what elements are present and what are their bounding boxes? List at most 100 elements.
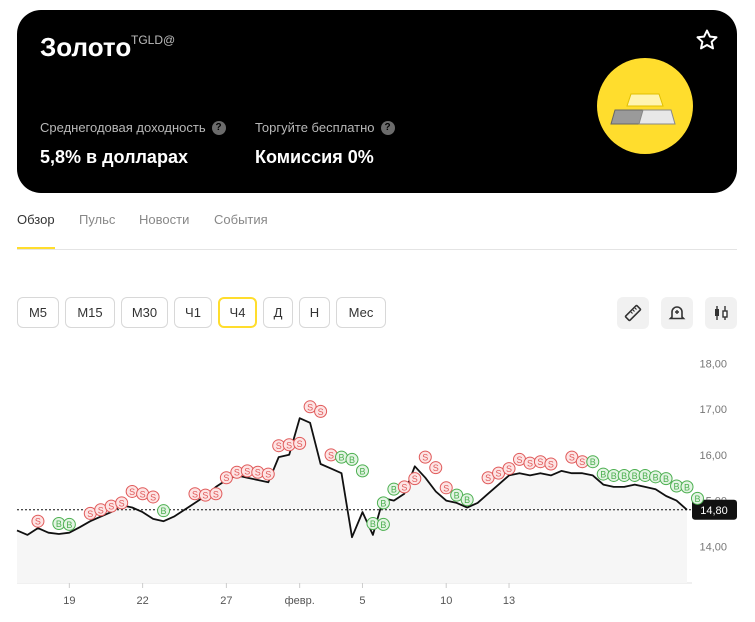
- x-tick-label: февр.: [285, 595, 315, 607]
- buy-marker-label: B: [349, 455, 355, 465]
- buy-marker-label: B: [161, 506, 167, 516]
- help-icon[interactable]: ?: [211, 120, 226, 135]
- x-tick-label: 27: [220, 595, 232, 607]
- stat-label-free-trading: Торгуйте бесплатно ?: [255, 120, 395, 135]
- last-price-label: 14,80: [700, 505, 728, 517]
- tab-bar: Обзор Пульс Новости События: [17, 212, 737, 250]
- sell-marker-label: S: [35, 517, 41, 527]
- y-tick-label: 18,00: [699, 358, 727, 370]
- sell-marker-label: S: [213, 489, 219, 499]
- sell-marker-label: S: [548, 460, 554, 470]
- sell-marker-label: S: [234, 468, 240, 478]
- sell-marker-label: S: [422, 453, 428, 463]
- stat-label-yield: Среднегодовая доходность ?: [40, 120, 226, 135]
- sell-marker-label: S: [244, 466, 250, 476]
- buy-marker-label: B: [600, 470, 606, 480]
- sell-marker-label: S: [401, 482, 407, 492]
- buy-marker-label: B: [684, 482, 690, 492]
- instrument-ticker: TGLD@: [131, 33, 176, 47]
- tab-overview[interactable]: Обзор: [17, 212, 55, 227]
- timeframe-m15-button[interactable]: M15: [65, 297, 115, 328]
- timeframe-day-button[interactable]: Д: [263, 297, 293, 328]
- help-icon[interactable]: ?: [380, 120, 395, 135]
- buy-marker-label: B: [653, 472, 659, 482]
- buy-marker-label: B: [359, 466, 365, 476]
- stat-label-free-trading-text: Торгуйте бесплатно: [255, 120, 375, 135]
- buy-marker-label: B: [454, 491, 460, 501]
- timeframe-week-button[interactable]: Н: [299, 297, 330, 328]
- gold-bars-logo-icon: [597, 58, 693, 154]
- sell-marker-label: S: [516, 455, 522, 465]
- sell-marker-label: S: [255, 468, 261, 478]
- buy-marker-label: B: [674, 481, 680, 491]
- sell-marker-label: S: [140, 489, 146, 499]
- buy-marker-label: B: [391, 485, 397, 495]
- sell-marker-label: S: [412, 474, 418, 484]
- sell-marker-label: S: [506, 464, 512, 474]
- sell-marker-label: S: [108, 502, 114, 512]
- sell-marker-label: S: [297, 439, 303, 449]
- timeframe-m30-button[interactable]: M30: [121, 297, 168, 328]
- buy-marker-label: B: [380, 520, 386, 530]
- sell-marker-label: S: [129, 487, 135, 497]
- sell-marker-label: S: [87, 509, 93, 519]
- tab-events[interactable]: События: [214, 212, 268, 227]
- x-tick-label: 22: [137, 595, 149, 607]
- tab-news[interactable]: Новости: [139, 212, 189, 227]
- x-tick-label: 13: [503, 595, 515, 607]
- buy-marker-label: B: [464, 495, 470, 505]
- stat-value-yield: 5,8% в долларах: [40, 147, 188, 167]
- alert-bell-icon[interactable]: [661, 297, 693, 329]
- y-tick-label: 16,00: [699, 450, 727, 462]
- sell-marker-label: S: [318, 407, 324, 417]
- tab-pulse[interactable]: Пульс: [79, 212, 115, 227]
- ruler-icon[interactable]: [617, 297, 649, 329]
- buy-marker-label: B: [56, 519, 62, 529]
- buy-marker-label: B: [621, 471, 627, 481]
- sell-marker-label: S: [223, 473, 229, 483]
- buy-marker-label: B: [370, 519, 376, 529]
- buy-marker-label: B: [663, 474, 669, 484]
- sell-marker-label: S: [202, 491, 208, 501]
- sell-marker-label: S: [276, 441, 282, 451]
- sell-marker-label: S: [150, 492, 156, 502]
- sell-marker-label: S: [443, 483, 449, 493]
- x-tick-label: 5: [359, 595, 365, 607]
- sell-marker-label: S: [579, 457, 585, 467]
- favorite-star-icon[interactable]: [695, 28, 719, 52]
- buy-marker-label: B: [66, 520, 72, 530]
- y-tick-label: 14,00: [699, 541, 727, 553]
- buy-marker-label: B: [694, 494, 700, 504]
- stat-label-yield-text: Среднегодовая доходность: [40, 120, 206, 135]
- sell-marker-label: S: [527, 459, 533, 469]
- price-chart[interactable]: 18,0017,0016,0015,0014,00192227февр.5101…: [0, 345, 755, 622]
- buy-marker-label: B: [380, 498, 386, 508]
- buy-marker-label: B: [611, 471, 617, 481]
- sell-marker-label: S: [485, 473, 491, 483]
- buy-marker-label: B: [590, 457, 596, 467]
- sell-marker-label: S: [569, 453, 575, 463]
- sell-marker-label: S: [98, 505, 104, 515]
- buy-marker-label: B: [632, 471, 638, 481]
- timeframe-month-button[interactable]: Мес: [336, 297, 386, 328]
- sell-marker-label: S: [119, 498, 125, 508]
- sell-marker-label: S: [328, 450, 334, 460]
- buy-marker-label: B: [642, 471, 648, 481]
- sell-marker-label: S: [537, 457, 543, 467]
- sell-marker-label: S: [265, 470, 271, 480]
- candles-icon[interactable]: [705, 297, 737, 329]
- sell-marker-label: S: [286, 440, 292, 450]
- x-tick-label: 10: [440, 595, 452, 607]
- active-tab-indicator: [17, 247, 55, 249]
- y-tick-label: 17,00: [699, 404, 727, 416]
- instrument-header: Золото TGLD@ Среднегодовая доходность ? …: [17, 10, 737, 193]
- sell-marker-label: S: [433, 463, 439, 473]
- stat-value-commission: Комиссия 0%: [255, 147, 374, 167]
- sell-marker-label: S: [496, 469, 502, 479]
- timeframe-h4-button[interactable]: Ч4: [218, 297, 257, 328]
- sell-marker-label: S: [307, 402, 313, 412]
- timeframe-h1-button[interactable]: Ч1: [174, 297, 212, 328]
- sell-marker-label: S: [192, 489, 198, 499]
- instrument-name: Золото: [40, 32, 132, 62]
- timeframe-m5-button[interactable]: M5: [17, 297, 59, 328]
